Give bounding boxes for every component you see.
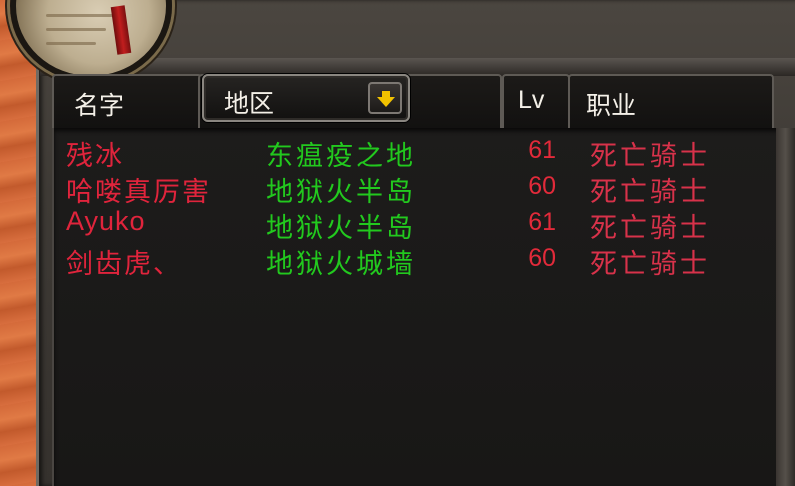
- who-list-window: 名字 地区 Lv 职业 残冰 东瘟疫之地 61 死亡骑士 哈喽真厉害 地狱火半岛…: [0, 0, 795, 486]
- zone-column-dropdown[interactable]: 地区: [202, 74, 410, 122]
- list-item[interactable]: 残冰 东瘟疫之地 61 死亡骑士: [54, 134, 782, 172]
- player-zone: 东瘟疫之地: [266, 141, 416, 172]
- dropdown-toggle-button[interactable]: [368, 82, 402, 114]
- player-name: 哈喽真厉害: [66, 177, 211, 208]
- player-zone: 地狱火半岛: [266, 213, 416, 244]
- player-name: Ayuko: [66, 206, 146, 236]
- zone-column-dropdown-label: 地区: [224, 89, 275, 118]
- player-zone: 地狱火半岛: [266, 177, 416, 208]
- player-zone: 地狱火城墙: [266, 249, 416, 280]
- window-right-border: [776, 128, 795, 486]
- player-name: 剑齿虎、: [66, 249, 182, 280]
- column-header-name-label: 名字: [74, 91, 125, 120]
- column-header-class[interactable]: 职业: [568, 74, 774, 128]
- column-header-level-label: Lv: [518, 86, 545, 114]
- list-item[interactable]: Ayuko 地狱火半岛 61 死亡骑士: [54, 206, 782, 244]
- player-class: 死亡骑士: [590, 249, 710, 280]
- player-class: 死亡骑士: [590, 177, 710, 208]
- column-header-bar: 名字 地区 Lv 职业: [52, 74, 776, 128]
- chevron-down-icon: [377, 91, 395, 107]
- list-item[interactable]: 哈喽真厉害 地狱火半岛 60 死亡骑士: [54, 170, 782, 208]
- ribbon-decoration: [110, 5, 132, 55]
- list-item[interactable]: 剑齿虎、 地狱火城墙 60 死亡骑士: [54, 242, 782, 280]
- player-class: 死亡骑士: [590, 213, 710, 244]
- player-level: 61: [528, 136, 556, 164]
- player-list: 残冰 东瘟疫之地 61 死亡骑士 哈喽真厉害 地狱火半岛 60 死亡骑士 Ayu…: [52, 128, 782, 486]
- player-name: 残冰: [66, 141, 124, 172]
- player-level: 60: [528, 172, 556, 200]
- player-class: 死亡骑士: [590, 141, 710, 172]
- column-header-level[interactable]: Lv: [502, 74, 570, 128]
- column-header-class-label: 职业: [586, 91, 637, 120]
- player-level: 60: [528, 244, 556, 272]
- player-level: 61: [528, 208, 556, 236]
- column-header-name[interactable]: 名字: [52, 74, 202, 128]
